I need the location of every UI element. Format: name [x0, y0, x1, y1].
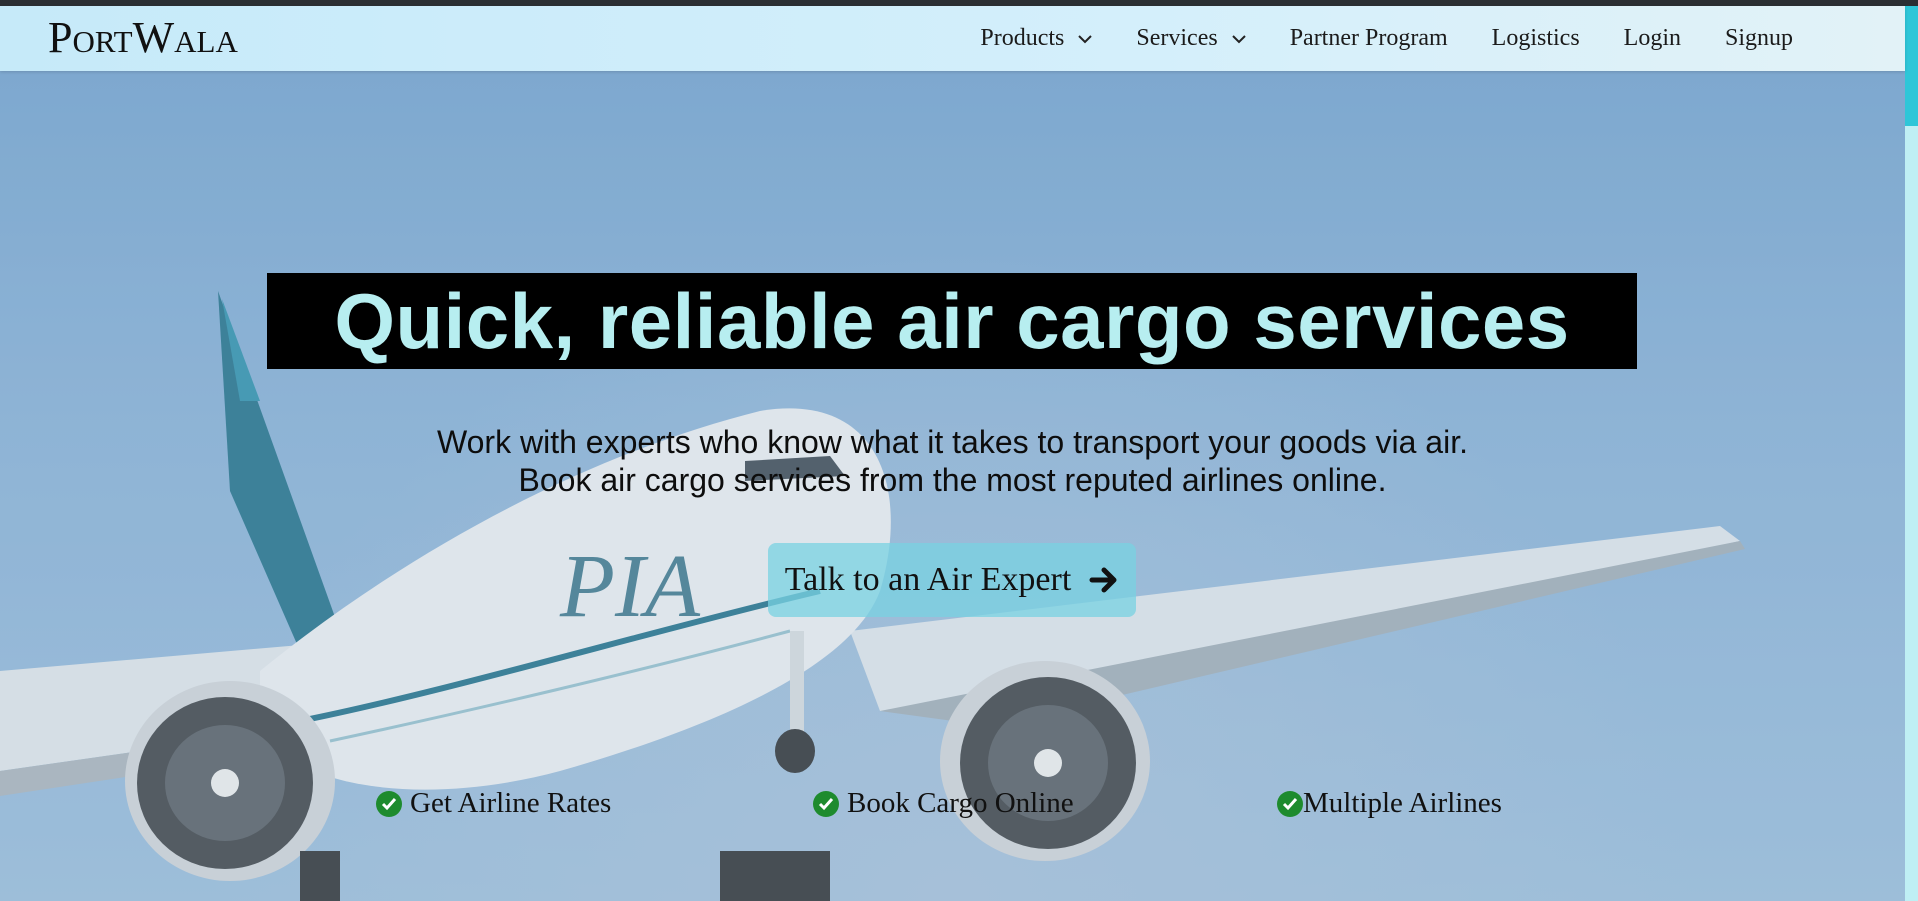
nav-item-label: Login — [1623, 25, 1681, 51]
nav-item-label: Partner Program — [1289, 25, 1448, 51]
nav-item-partner-program[interactable]: Partner Program — [1290, 25, 1448, 52]
scrollbar-track[interactable] — [1905, 6, 1918, 901]
nav-item-logistics[interactable]: Logistics — [1492, 25, 1580, 52]
nav-item-label: Logistics — [1491, 25, 1580, 51]
logo[interactable]: PortWala — [48, 16, 238, 60]
hero-section: PIA Quick, reliable air cargo services W… — [0, 71, 1905, 901]
main-nav: Products Services Partner Program Logist… — [980, 6, 1793, 71]
check-circle-icon — [376, 790, 402, 817]
nav-item-label: Services — [1136, 25, 1218, 51]
nav-item-label: Products — [980, 25, 1065, 51]
feature-multiple-airlines: Multiple Airlines — [1277, 787, 1502, 820]
check-circle-icon — [813, 790, 839, 817]
arrow-right-icon — [1089, 567, 1117, 593]
nav-item-label: Signup — [1724, 25, 1793, 51]
nav-item-login[interactable]: Login — [1624, 25, 1681, 52]
hero-subtext-line-2: Book air cargo services from the most re… — [518, 462, 1387, 498]
feature-get-airline-rates: Get Airline Rates — [376, 787, 611, 820]
talk-to-air-expert-button[interactable]: Talk to an Air Expert — [768, 543, 1136, 617]
nav-item-signup[interactable]: Signup — [1725, 25, 1793, 52]
headline-box: Quick, reliable air cargo services — [267, 273, 1637, 369]
feature-label: Book Cargo Online — [847, 787, 1074, 819]
cta-label: Talk to an Air Expert — [784, 561, 1072, 598]
chevron-down-icon — [1078, 34, 1093, 43]
check-circle-icon — [1277, 790, 1303, 817]
feature-book-cargo-online: Book Cargo Online — [813, 787, 1074, 820]
hero-subtext-line-1: Work with experts who know what it takes… — [437, 424, 1468, 460]
page-title: Quick, reliable air cargo services — [334, 276, 1570, 365]
nav-item-products[interactable]: Products — [980, 25, 1093, 52]
scrollbar-thumb[interactable] — [1905, 6, 1918, 126]
site-header: PortWala Products Services Partner Progr… — [0, 6, 1905, 71]
feature-label: Get Airline Rates — [410, 787, 612, 819]
feature-label: Multiple Airlines — [1303, 787, 1502, 819]
chevron-down-icon — [1231, 34, 1246, 43]
nav-item-services[interactable]: Services — [1136, 25, 1246, 52]
